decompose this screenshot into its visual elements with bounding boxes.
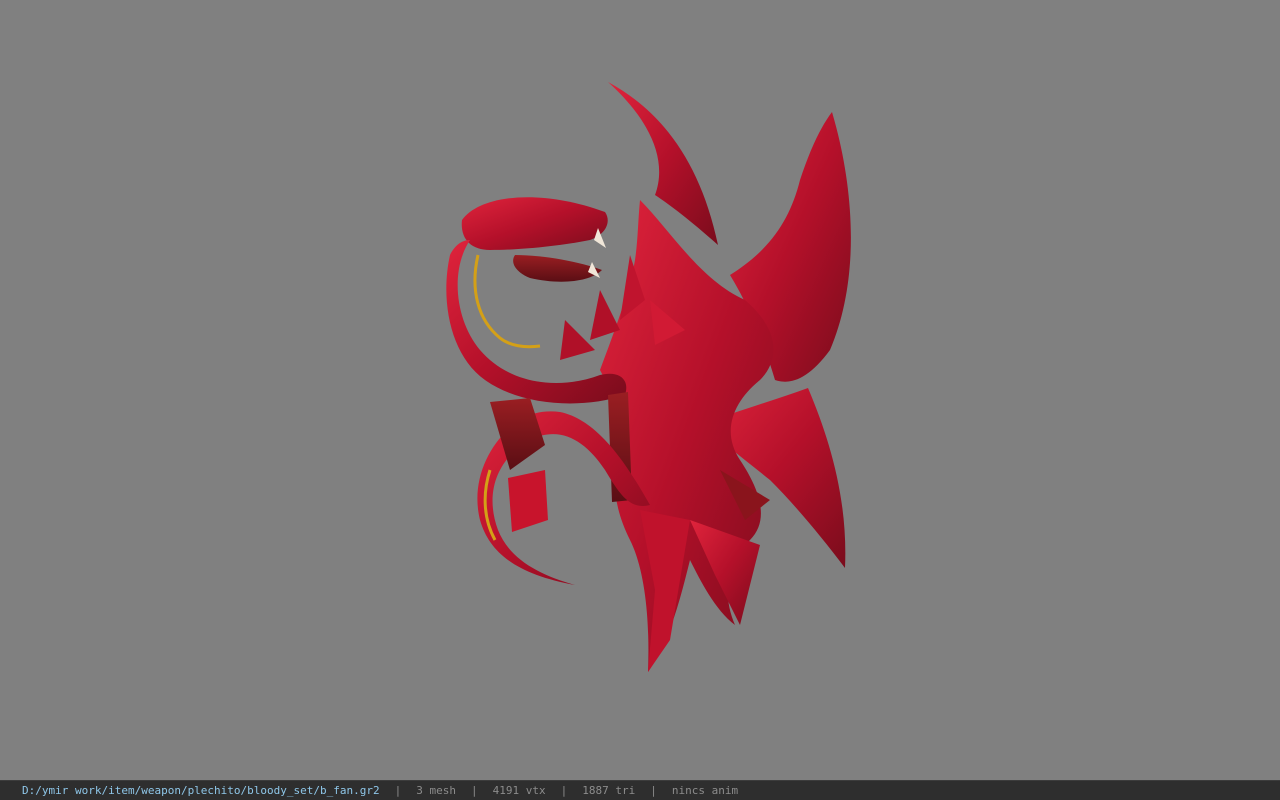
animation-status: nincs anim: [671, 784, 739, 797]
model-render: [446, 82, 851, 672]
separator: |: [394, 784, 402, 797]
separator: |: [471, 784, 478, 797]
status-bar: D:/ymir work/item/weapon/plechito/bloody…: [0, 780, 1280, 800]
separator: |: [560, 784, 568, 797]
vertex-count: 4191 vtx: [492, 784, 546, 797]
triangle-count: 1887 tri: [582, 784, 636, 797]
separator: |: [650, 784, 657, 797]
mesh-count: 3 mesh: [416, 784, 456, 797]
3d-viewport[interactable]: [0, 0, 1280, 780]
file-path: D:/ymir work/item/weapon/plechito/bloody…: [22, 784, 380, 797]
